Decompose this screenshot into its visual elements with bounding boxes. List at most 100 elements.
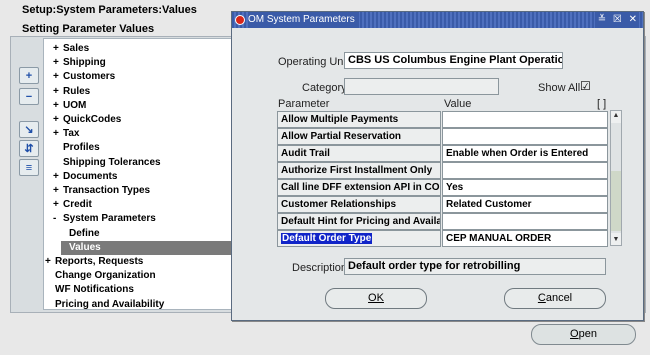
tree-item[interactable]: + Credit <box>53 198 92 212</box>
expand-node-icon: + <box>53 99 59 111</box>
parameter-row[interactable]: Call line DFF extension API in COPY Yes <box>277 179 609 196</box>
parameter-cell[interactable]: Authorize First Installment Only <box>277 162 441 179</box>
parameter-cell[interactable]: Default Hint for Pricing and Availabil <box>277 213 441 230</box>
tree-item-label: Shipping <box>63 57 106 69</box>
tree-item-label: Transaction Types <box>63 185 151 196</box>
oracle-icon <box>235 15 245 25</box>
tree-item-label: Documents <box>63 170 118 182</box>
tree-item-label: Pricing and Availability <box>55 298 165 310</box>
expand-node-icon: + <box>53 57 59 69</box>
description-field[interactable]: Default order type for retrobilling <box>344 258 606 275</box>
parameter-column-header: Parameter <box>278 98 330 110</box>
parameter-row[interactable]: Authorize First Installment Only <box>277 162 609 179</box>
collapse-all-icon[interactable]: ≡ <box>19 159 39 176</box>
expand-all-icon[interactable]: ⇵ <box>19 140 39 157</box>
tree-item[interactable]: Values <box>61 240 232 255</box>
value-cell[interactable] <box>442 128 608 145</box>
parameter-row[interactable]: Default Hint for Pricing and Availabil <box>277 213 609 230</box>
scroll-down-icon[interactable]: ▼ <box>611 235 621 245</box>
value-cell[interactable]: Enable when Order is Entered <box>442 145 608 162</box>
show-all-label: Show All <box>538 82 581 94</box>
category-field[interactable] <box>344 78 499 95</box>
open-button-label: pen <box>578 328 597 340</box>
value-column-header: Value <box>444 98 472 110</box>
cancel-button[interactable]: Cancel <box>504 288 606 309</box>
tree-item[interactable]: Shipping Tolerances <box>53 156 161 170</box>
tree-item[interactable]: Define <box>61 227 100 241</box>
expand-node-icon: + <box>53 128 59 140</box>
parameter-cell[interactable]: Customer Relationships <box>277 196 441 213</box>
expand-node-icon: + <box>53 185 59 196</box>
parameter-cell[interactable]: Call line DFF extension API in COPY <box>277 179 441 196</box>
flexfield-icon[interactable]: [ ] <box>597 98 606 110</box>
window-controls-icon[interactable]: ≚ ☒ ✕ <box>594 12 639 28</box>
parameter-row[interactable]: Audit Trail Enable when Order is Entered <box>277 145 609 162</box>
expand-node-icon: + <box>45 256 51 267</box>
dialog-title: OM System Parameters <box>248 12 359 28</box>
show-all-checkbox[interactable]: ☑ <box>580 79 591 93</box>
navigator-subtitle: Setting Parameter Values <box>22 23 155 35</box>
operating-unit-field[interactable]: CBS US Columbus Engine Plant Operations <box>344 52 563 69</box>
grid-scrollbar[interactable]: ▲ ▼ <box>610 110 622 246</box>
tree-item-label: Shipping Tolerances <box>63 156 161 168</box>
parameter-cell[interactable]: Allow Partial Reservation <box>277 128 441 145</box>
tree-item-label: Change Organization <box>55 270 156 282</box>
value-cell[interactable] <box>442 213 608 230</box>
expand-node-icon: + <box>53 114 59 125</box>
collapse-icon[interactable]: − <box>19 88 39 105</box>
expand-node-icon: + <box>53 71 59 83</box>
parameter-row[interactable]: Allow Multiple Payments <box>277 111 609 128</box>
tree-item-label: Define <box>69 227 100 239</box>
tree-item[interactable]: + Rules <box>53 85 90 99</box>
tree-item[interactable]: + QuickCodes <box>53 113 121 127</box>
tree-item-label: Rules <box>63 85 91 97</box>
tree-item[interactable]: WF Notifications <box>45 283 134 297</box>
tree-item[interactable]: Change Organization <box>45 269 156 283</box>
tree-item[interactable]: Pricing and Availability <box>45 298 164 312</box>
tree-item-label: Tax <box>63 128 80 140</box>
cancel-button-mnemonic: C <box>537 292 546 304</box>
parameter-row[interactable]: Allow Partial Reservation <box>277 128 609 145</box>
parameter-cell[interactable]: Allow Multiple Payments <box>277 111 441 128</box>
parameter-cell[interactable]: Audit Trail <box>277 145 441 162</box>
tree-item[interactable]: + Tax <box>53 127 80 141</box>
operating-unit-label: Operating Unit <box>278 56 349 68</box>
tree-item-label: System Parameters <box>63 213 156 225</box>
tree-item[interactable]: Profiles <box>53 141 100 155</box>
tree-item[interactable]: + Sales <box>53 42 89 56</box>
tree-item-label: Sales <box>63 43 90 54</box>
tree-item[interactable]: - System Parameters <box>53 212 156 226</box>
tree-item[interactable]: + Reports, Requests <box>45 255 143 269</box>
value-cell[interactable]: Related Customer <box>442 196 608 213</box>
category-label: Category <box>302 82 347 94</box>
ok-button-label: OK <box>368 292 384 304</box>
navigator-title: Setup:System Parameters:Values <box>22 4 197 16</box>
tree-item-label: QuickCodes <box>63 114 122 125</box>
function-tree[interactable]: + Sales + Shipping + Customers + Rules + UOM + Quic… <box>43 38 233 310</box>
om-system-parameters-dialog: OM System Parameters ≚ ☒ ✕ Operating Uni… <box>231 11 644 321</box>
expand-node-icon: + <box>53 85 59 97</box>
scroll-up-icon[interactable]: ▲ <box>611 111 621 121</box>
value-cell[interactable] <box>442 111 608 128</box>
tree-item-label: Credit <box>63 199 92 211</box>
expand-branch-icon[interactable]: ↘ <box>19 121 39 138</box>
cancel-button-label: Cancel <box>537 292 573 304</box>
tree-item[interactable]: + Transaction Types <box>53 184 150 198</box>
value-cell[interactable]: CEP MANUAL ORDER <box>442 230 608 247</box>
tree-item[interactable]: + Documents <box>53 170 117 184</box>
tree-item[interactable]: + UOM <box>53 99 86 113</box>
tree-item-label: Profiles <box>63 142 100 154</box>
value-cell[interactable] <box>442 162 608 179</box>
tree-item[interactable]: + Shipping <box>53 56 106 70</box>
parameter-row[interactable]: Customer Relationships Related Customer <box>277 196 609 213</box>
parameter-cell[interactable]: Default Order Type <box>277 230 441 247</box>
expand-node-icon: + <box>53 43 59 54</box>
dialog-titlebar[interactable]: OM System Parameters ≚ ☒ ✕ <box>232 12 643 28</box>
expand-icon[interactable]: + <box>19 67 39 84</box>
tree-item[interactable]: + Customers <box>53 70 115 84</box>
value-cell[interactable]: Yes <box>442 179 608 196</box>
scroll-thumb[interactable] <box>611 171 621 231</box>
parameter-row[interactable]: Default Order Type CEP MANUAL ORDER <box>277 230 609 247</box>
open-button[interactable]: Open <box>531 324 636 345</box>
ok-button[interactable]: OK <box>325 288 427 309</box>
